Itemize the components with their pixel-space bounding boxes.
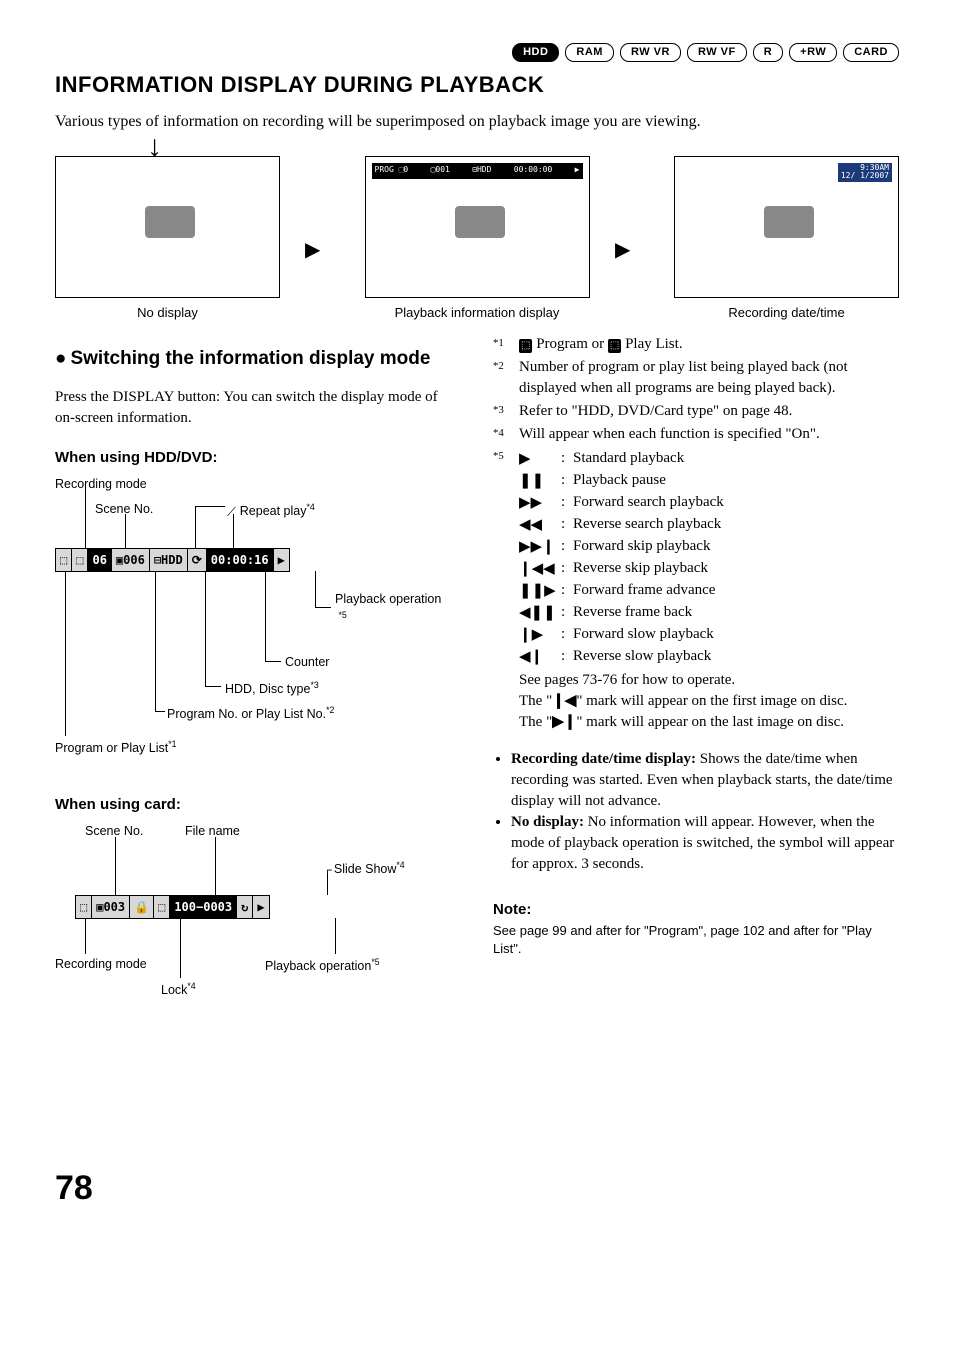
footnote-1: *1⬚ Program or ⬚ Play List.	[493, 334, 899, 355]
figure-caption: Playback information display	[365, 304, 590, 322]
badge-ram: RAM	[565, 43, 614, 62]
format-badges: HDD RAM RW VR RW VF R +RW CARD	[55, 40, 899, 62]
label-slide-show: ┌Slide Show*4	[323, 859, 405, 879]
figure-datetime: 9:30AM12/ 1/2007 Recording date/time	[674, 156, 899, 322]
arrow-right-icon: ▶	[615, 236, 630, 264]
osd-bar-hdd: ⬚⬚06▣006⊟HDD⟳00:00:16▶	[55, 548, 290, 572]
list-item: Recording date/time display: Shows the d…	[511, 749, 899, 812]
slow-forward-icon: ❙▶	[519, 624, 561, 645]
slow-back-icon: ◀❙	[519, 646, 561, 667]
figure-caption: No display	[55, 304, 280, 322]
osd-datetime: 9:30AM12/ 1/2007	[838, 163, 892, 183]
footnote-4: *4Will appear when each function is spec…	[493, 424, 899, 445]
note-heading: Note:	[493, 899, 899, 920]
label-repeat-play: ⟋Repeat play*4	[227, 501, 315, 521]
figure-box: 9:30AM12/ 1/2007	[674, 156, 899, 298]
first-mark-icon: ❙◀	[552, 693, 576, 709]
frame-back-icon: ◀❚❚	[519, 602, 561, 623]
pause-icon: ❚❚	[519, 470, 561, 491]
diagram-card: Scene No. File name ┌Slide Show*4 ⬚▣003🔒…	[55, 823, 461, 1013]
badge-plusrw: +RW	[789, 43, 837, 62]
label-program-or-playlist: Program or Play List*1	[55, 738, 177, 758]
figure-no-display: No display	[55, 156, 280, 322]
skip-back-icon: ❙◀◀	[519, 558, 561, 579]
frame-forward-icon: ❚❚▶	[519, 580, 561, 601]
last-mark-icon: ▶❙	[552, 714, 576, 730]
intro-text: Various types of information on recordin…	[55, 111, 899, 133]
osd-bar-card: ⬚▣003🔒⬚100−0003↻▶	[75, 895, 270, 919]
badge-rwvr: RW VR	[620, 43, 681, 62]
playlist-icon: ⬚	[608, 339, 621, 353]
bullet-list: Recording date/time display: Shows the d…	[493, 749, 899, 875]
diagram-hdd-dvd: Recording mode Scene No. ⟋Repeat play*4 …	[55, 476, 461, 776]
footnote-5: *5 ▶:Standard playback ❚❚:Playback pause…	[493, 447, 899, 668]
arrow-right-icon: ▶	[305, 236, 320, 264]
right-column: *1⬚ Program or ⬚ Play List. *2Number of …	[493, 332, 899, 1026]
figure-caption: Recording date/time	[674, 304, 899, 322]
label-playback-op: Playback operation *5	[335, 591, 441, 628]
symbol-list: ▶:Standard playback ❚❚:Playback pause ▶▶…	[519, 447, 899, 668]
label-file-name: File name	[185, 823, 240, 841]
label-program-no: Program No. or Play List No.*2	[167, 704, 334, 724]
footnote-3: *3Refer to "HDD, DVD/Card type" on page …	[493, 401, 899, 422]
section-heading: ●Switching the information display mode	[55, 346, 461, 373]
figure-box	[55, 156, 280, 298]
skip-forward-icon: ▶▶❙	[519, 536, 561, 557]
list-item: No display: No information will appear. …	[511, 812, 899, 875]
label-recording-mode: Recording mode	[55, 476, 147, 494]
badge-r: R	[753, 43, 783, 62]
left-column: ●Switching the information display mode …	[55, 332, 461, 1026]
sym-footer: See pages 73-76 for how to operate. The …	[519, 670, 899, 733]
label-counter: Counter	[285, 654, 329, 672]
badge-card: CARD	[843, 43, 899, 62]
badge-hdd: HDD	[512, 43, 559, 62]
osd-sample: PROG ⬚0▢001⊟HDD00:00:00▶	[372, 163, 583, 179]
figure-box: PROG ⬚0▢001⊟HDD00:00:00▶	[365, 156, 590, 298]
section-body: Press the DISPLAY button: You can switch…	[55, 387, 461, 429]
play-icon: ▶	[519, 448, 561, 469]
page-title: INFORMATION DISPLAY DURING PLAYBACK	[55, 70, 899, 101]
page-number: 78	[55, 1165, 899, 1213]
label-playback-op: Playback operation*5	[265, 956, 380, 976]
label-recording-mode: Recording mode	[55, 956, 147, 974]
footnote-2: *2Number of program or play list being p…	[493, 357, 899, 399]
subheading-card: When using card:	[55, 794, 461, 815]
note-body: See page 99 and after for "Program", pag…	[493, 922, 899, 958]
figure-playback-info: PROG ⬚0▢001⊟HDD00:00:00▶ Playback inform…	[365, 156, 590, 322]
figure-row: ↓ ▶ ▶ No display PROG ⬚0▢001⊟HDD00:00:00…	[55, 156, 899, 322]
label-disc-type: HDD, Disc type*3	[225, 679, 319, 699]
fast-forward-icon: ▶▶	[519, 492, 561, 513]
label-lock: Lock*4	[161, 980, 196, 1000]
subheading-hdd-dvd: When using HDD/DVD:	[55, 447, 461, 468]
badge-rwvf: RW VF	[687, 43, 747, 62]
rewind-icon: ◀◀	[519, 514, 561, 535]
program-icon: ⬚	[519, 339, 532, 353]
